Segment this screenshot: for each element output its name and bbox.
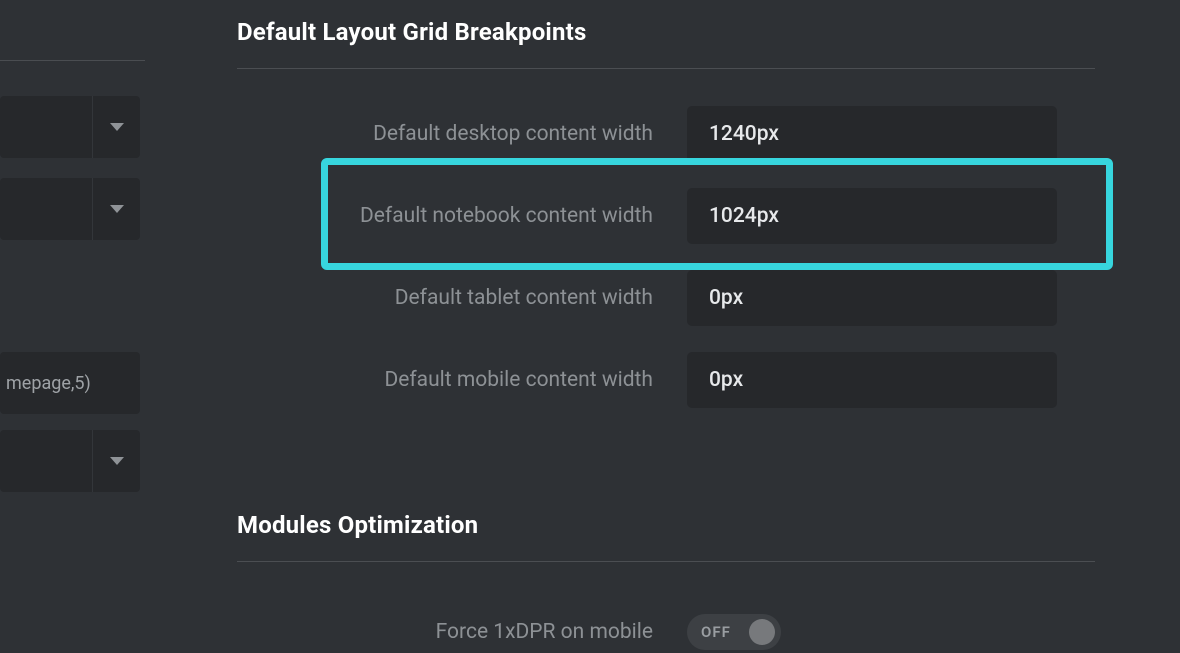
sidebar-dropdown-2-trigger[interactable] [92,178,140,240]
field-label: Default tablet content width [237,286,687,310]
breakpoints-fields: Default desktop content width 1240px Def… [237,93,1117,421]
section-breakpoints: Default Layout Grid Breakpoints Default … [237,0,1117,421]
sidebar-divider [0,60,145,61]
section-modules: Modules Optimization Force 1xDPR on mobi… [237,511,1117,650]
field-notebook-width: Default notebook content width 1024px [237,175,1117,257]
section-divider [237,561,1095,562]
section-title-modules: Modules Optimization [237,511,1117,539]
field-input-mobile-width[interactable]: 0px [687,352,1057,408]
main-content: Default Layout Grid Breakpoints Default … [237,0,1117,650]
sidebar-chip-text: mepage,5) [6,373,91,394]
field-desktop-width: Default desktop content width 1240px [237,93,1117,175]
field-force-dpr: Force 1xDPR on mobile OFF [237,614,1117,650]
sidebar-dropdown-1[interactable] [0,96,140,158]
sidebar-chip-cropped[interactable]: mepage,5) [0,352,140,414]
field-input-notebook-width[interactable]: 1024px [687,188,1057,244]
chevron-down-icon [110,123,124,131]
field-label: Default desktop content width [237,122,687,146]
field-input-tablet-width[interactable]: 0px [687,270,1057,326]
toggle-state-text: OFF [701,623,731,641]
toggle-force-dpr[interactable]: OFF [687,614,781,650]
field-label: Default notebook content width [237,204,687,228]
field-tablet-width: Default tablet content width 0px [237,257,1117,339]
sidebar-dropdown-2[interactable] [0,178,140,240]
field-mobile-width: Default mobile content width 0px [237,339,1117,421]
toggle-knob [749,619,775,645]
sidebar-dropdown-1-trigger[interactable] [92,96,140,158]
sidebar-dropdown-3-trigger[interactable] [92,430,140,492]
section-divider [237,68,1095,69]
field-label: Force 1xDPR on mobile [237,620,687,644]
sidebar-cropped: mepage,5) [0,0,145,653]
sidebar-dropdown-3[interactable] [0,430,140,492]
section-title-breakpoints: Default Layout Grid Breakpoints [237,18,1117,46]
field-input-desktop-width[interactable]: 1240px [687,106,1057,162]
field-label: Default mobile content width [237,368,687,392]
chevron-down-icon [110,457,124,465]
chevron-down-icon [110,205,124,213]
